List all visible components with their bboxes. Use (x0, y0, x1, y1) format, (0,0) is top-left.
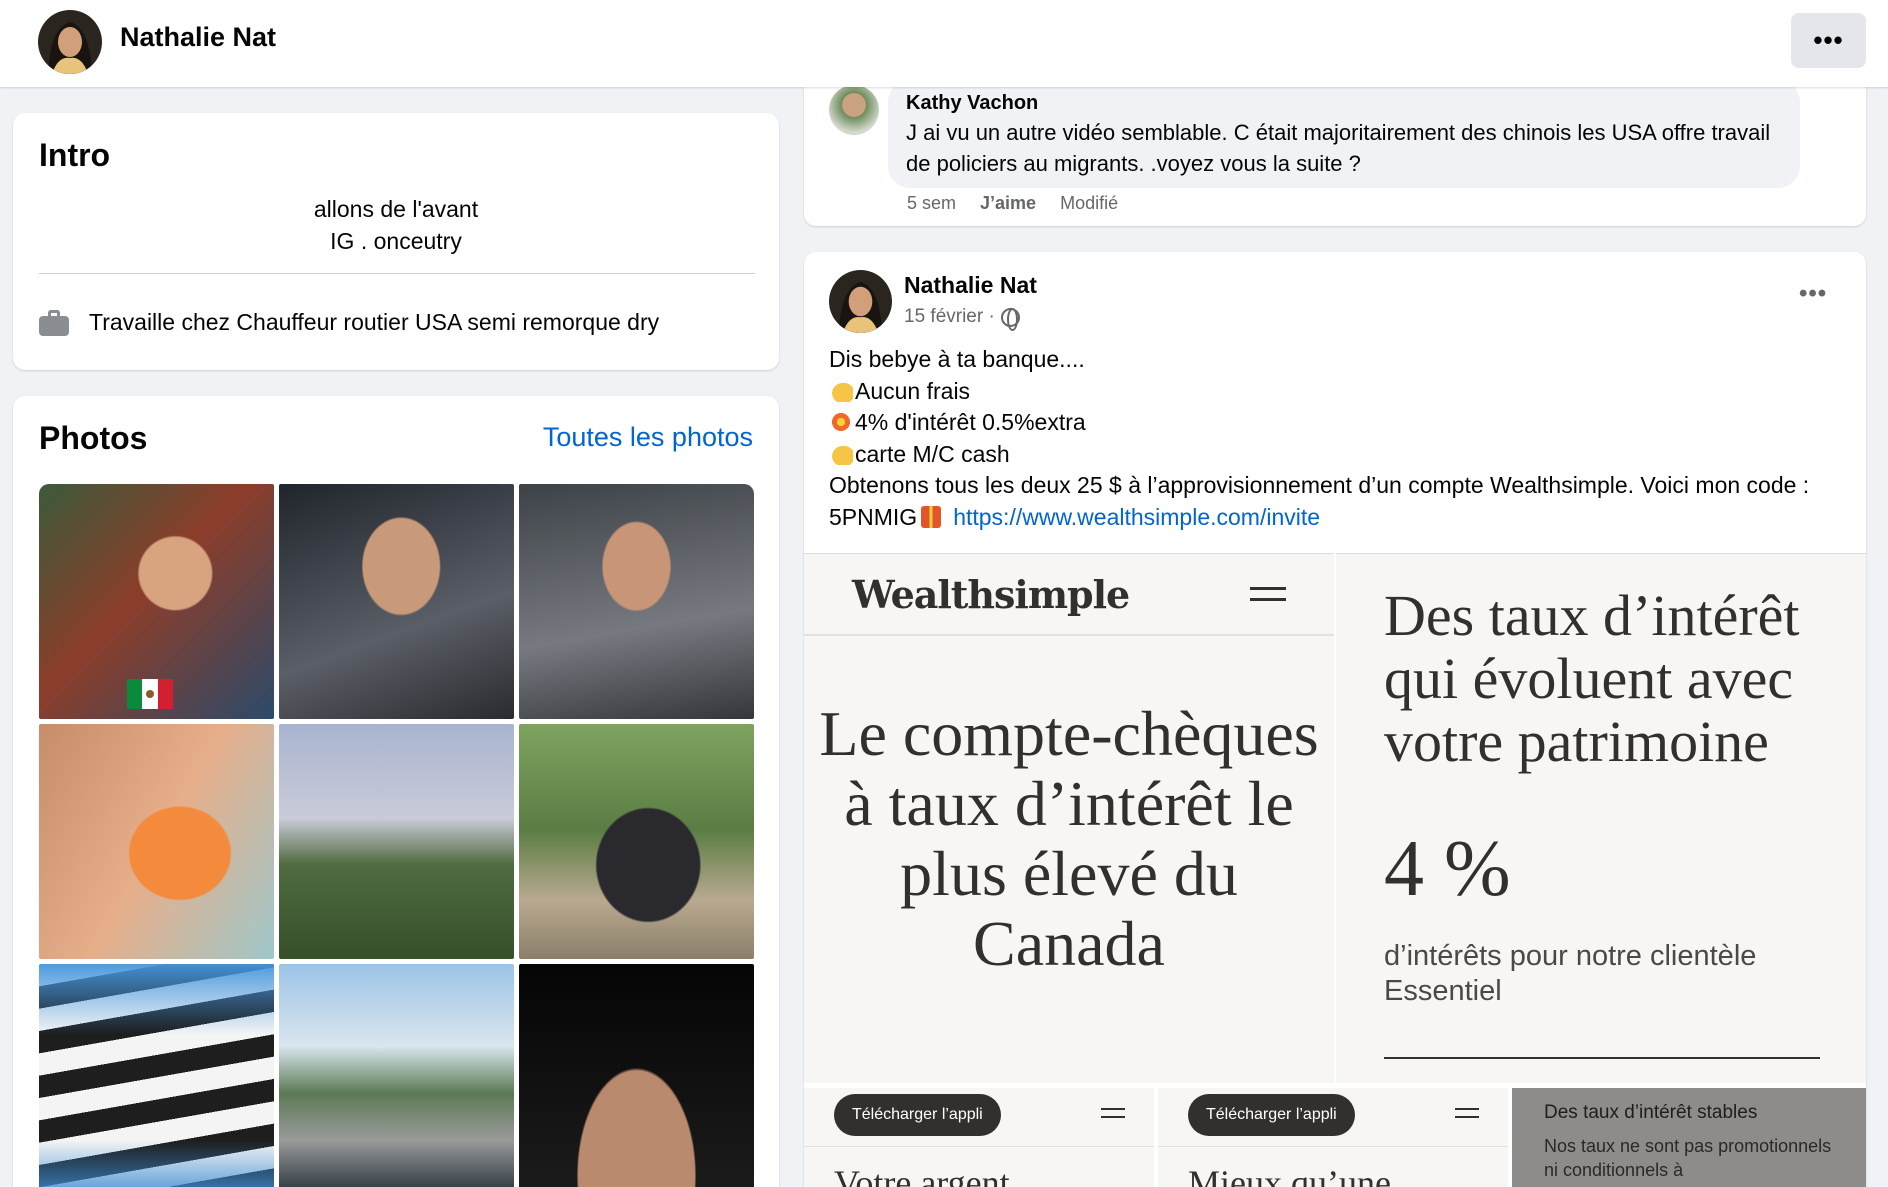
intro-title: Intro (39, 137, 111, 173)
collision-icon (829, 411, 853, 433)
ad-rule (1384, 1057, 1820, 1059)
mexico-flag-icon (127, 679, 173, 709)
photo-thumbnail[interactable] (279, 964, 514, 1187)
photo-thumbnail[interactable] (39, 724, 274, 959)
post-image[interactable]: Télécharger l’appli Mieux qu’une (1158, 1088, 1508, 1187)
comment-like-button[interactable]: J’aime (980, 193, 1036, 214)
intro-card: Intro allons de l'avant IG . onceutry Tr… (13, 113, 779, 370)
post-text: Dis bebye à ta banque.... Aucun frais 4%… (829, 344, 1849, 533)
profile-name[interactable]: Nathalie Nat (120, 22, 276, 53)
photo-thumbnail[interactable] (519, 964, 754, 1187)
ad-headline: Mieux qu’une (1188, 1163, 1391, 1187)
profile-avatar[interactable] (38, 10, 102, 74)
comment-edited-label: Modifié (1060, 193, 1119, 213)
post-line: 5PNMIG https://www.wealthsimple.com/invit… (829, 502, 1849, 534)
comment-time[interactable]: 5 sem (907, 193, 956, 214)
post-author-avatar[interactable] (829, 270, 892, 333)
photos-card: Photos Toutes les photos (13, 396, 779, 1187)
ad-text: Nos taux ne sont pas promotionnels ni co… (1544, 1136, 1832, 1180)
post-line: 4% d'intérêt 0.5%extra (829, 407, 1849, 439)
post-author-name[interactable]: Nathalie Nat (904, 272, 1037, 299)
ad-headline: Le compte-chèques à taux d’intérêt le pl… (819, 698, 1319, 979)
comment-bubble: Kathy Vachon J ai vu un autre vidéo semb… (888, 80, 1800, 188)
post-line-text: 4% d'intérêt 0.5%extra (855, 409, 1086, 435)
referral-link[interactable]: https://www.wealthsimple.com/invite (953, 504, 1320, 530)
photo-thumbnail[interactable] (519, 484, 754, 719)
gift-icon (921, 505, 942, 528)
post-meta: 15 février · (904, 306, 1020, 331)
commenter-avatar[interactable] (829, 85, 879, 135)
photo-thumbnail[interactable] (39, 964, 274, 1187)
comment-text: J ai vu un autre vidéo semblable. C étai… (906, 120, 1771, 176)
photo-thumbnail[interactable] (279, 484, 514, 719)
pointing-hand-icon (829, 442, 853, 465)
see-all-photos-link[interactable]: Toutes les photos (543, 422, 753, 453)
post-image[interactable]: Wealthsimple Le compte-chèques à taux d’… (804, 553, 1334, 1083)
post-line: Dis bebye à ta banque.... (829, 346, 1085, 372)
ad-percent: 4 % (1384, 825, 1511, 913)
ad-headline: Votre argent (834, 1163, 1010, 1187)
download-app-button: Télécharger l’appli (834, 1094, 1001, 1136)
photo-grid (39, 484, 754, 1187)
post-card: Nathalie Nat 15 février · ••• Dis bebye … (804, 252, 1866, 1187)
briefcase-icon (39, 309, 69, 336)
photo-thumbnail[interactable] (39, 484, 274, 719)
menu-icon (1250, 587, 1286, 601)
pointing-hand-icon (829, 379, 853, 402)
commenter-name[interactable]: Kathy Vachon (906, 92, 1782, 115)
post-image[interactable]: Des taux d’intérêt stables Nos taux ne s… (1512, 1088, 1866, 1187)
post-line-text: Aucun frais (855, 377, 971, 404)
intro-bio: allons de l'avant IG . onceutry (13, 193, 779, 257)
ad-divider (1158, 1146, 1508, 1147)
post-line-text: carte M/C cash (855, 440, 1010, 467)
ad-divider (804, 1146, 1154, 1147)
wealthsimple-logo: Wealthsimple (852, 572, 1130, 617)
post-line: Obtenons tous les deux 25 $ à l’approvis… (829, 472, 1810, 498)
intro-divider (39, 273, 755, 274)
download-app-button: Télécharger l’appli (1188, 1094, 1355, 1136)
intro-work: Travaille chez Chauffeur routier USA sem… (39, 309, 659, 336)
globe-icon (1000, 307, 1020, 331)
more-options-button[interactable]: ••• (1791, 13, 1866, 68)
post-image[interactable]: Des taux d’intérêt qui évoluent avec vot… (1336, 553, 1866, 1083)
post-line: Aucun frais (829, 376, 1849, 408)
post-more-button[interactable]: ••• (1799, 280, 1827, 308)
bio-line: allons de l'avant (313, 196, 479, 222)
menu-icon (1101, 1108, 1125, 1118)
comment-actions: 5 sem J’aime Modifié (907, 193, 1118, 214)
referral-code: 5PNMIG (829, 503, 918, 530)
post-image[interactable]: Télécharger l’appli Votre argent (804, 1088, 1154, 1187)
photo-thumbnail[interactable] (279, 724, 514, 959)
work-text[interactable]: Travaille chez Chauffeur routier USA sem… (89, 309, 659, 336)
post-line: carte M/C cash (829, 439, 1849, 471)
ad-title: Des taux d’intérêt stables (1544, 1102, 1758, 1123)
ad-headline: Des taux d’intérêt qui évoluent avec vot… (1384, 583, 1800, 774)
ad-header: Wealthsimple (804, 554, 1334, 636)
menu-icon (1455, 1108, 1479, 1118)
profile-header: Nathalie Nat ••• (0, 0, 1888, 87)
ad-subtext: d’intérêts pour notre clientèle Essentie… (1384, 940, 1757, 1007)
photo-thumbnail[interactable] (519, 724, 754, 959)
post-date[interactable]: 15 février · (904, 306, 995, 328)
bio-line: IG . onceutry (330, 228, 462, 254)
photos-title: Photos (39, 420, 148, 456)
